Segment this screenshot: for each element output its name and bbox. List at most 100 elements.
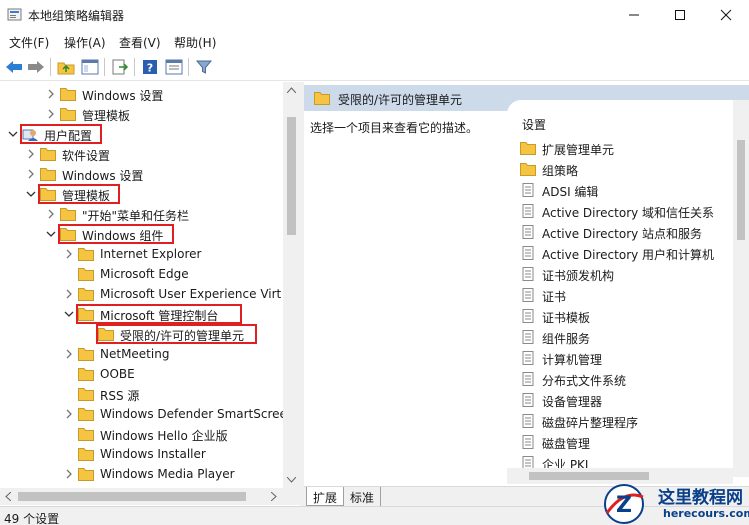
scroll-left-icon[interactable] [5,492,11,501]
up-level-button[interactable] [56,57,76,77]
tree-horizontal-scrollbar[interactable] [0,488,283,505]
chevron-right-icon[interactable] [46,88,56,100]
tree-node[interactable]: 管理模板 [0,104,283,124]
chevron-right-icon[interactable] [26,168,36,180]
export-list-button[interactable] [110,57,130,77]
help-button[interactable]: ? [140,57,160,77]
tree-node[interactable]: Windows 设置 [0,84,283,104]
list-item-label: 证书模板 [542,311,591,325]
tree-node[interactable]: OOBE [0,364,283,384]
settings-list: 设置 扩展管理单元组策略 ADSI 编辑 Active Directory 域和信任… [507,100,733,477]
tab-extended[interactable]: 扩展 [306,487,345,506]
chevron-down-icon[interactable] [8,128,18,140]
tree-hscroll-thumb[interactable] [18,492,246,501]
scroll-right-icon[interactable] [271,492,277,501]
list-item-label: ADSI 编辑 [542,185,599,199]
folder-icon [78,388,94,401]
tab-standard[interactable]: 标准 [344,487,382,506]
tree-node-label: 管理模板 [82,109,131,123]
chevron-down-icon[interactable] [46,228,56,240]
folder-icon [60,88,76,101]
folder-icon [78,288,94,301]
chevron-down-icon[interactable] [64,308,74,320]
tree-node-label: Windows Installer [100,447,206,461]
menu-help[interactable]: 帮助(H) [174,34,216,51]
tree-node[interactable]: Microsoft Edge [0,264,283,284]
settings-hscroll-thumb[interactable] [529,472,649,480]
filter-button[interactable] [194,57,214,77]
tree-node[interactable]: Windows Installer [0,444,283,464]
menu-action[interactable]: 操作(A) [64,34,106,51]
list-item[interactable]: ADSI 编辑 [520,180,733,201]
list-item[interactable]: 组件服务 [520,327,733,348]
tree-node[interactable]: Windows Media Player [0,464,283,484]
minimize-icon [629,14,639,16]
folder-icon [78,468,94,481]
annotation-highlight-box [38,184,120,204]
chevron-right-icon[interactable] [64,408,74,420]
chevron-right-icon[interactable] [26,148,36,160]
list-item[interactable]: 证书颁发机构 [520,264,733,285]
list-item[interactable]: Active Directory 域和信任关系 [520,201,733,222]
scroll-corner [283,488,300,505]
scroll-up-icon[interactable] [287,87,296,93]
tree-node[interactable]: Windows 设置 [0,164,283,184]
tree-node[interactable]: Windows Defender SmartScree [0,404,287,424]
list-item[interactable]: Active Directory 用户和计算机 [520,243,733,264]
list-item[interactable]: 组策略 [520,159,733,180]
minimize-button[interactable] [611,0,657,30]
tree-node[interactable]: 软件设置 [0,144,283,164]
toolbar-separator [104,58,105,76]
chevron-down-icon[interactable] [26,188,36,200]
folder-icon [314,92,330,105]
list-item-label: 计算机管理 [542,353,603,367]
folder-icon [78,448,94,461]
list-item[interactable]: Active Directory 站点和服务 [520,222,733,243]
forward-arrow-icon [28,61,44,73]
list-item[interactable]: 扩展管理单元 [520,138,733,159]
policy-setting-icon [522,414,534,428]
properties-view-button[interactable] [164,57,184,77]
list-item[interactable]: 设备管理器 [520,390,733,411]
chevron-right-icon[interactable] [64,288,74,300]
scroll-down-icon[interactable] [287,477,296,483]
menu-file[interactable]: 文件(F) [9,34,49,51]
settings-vertical-scrollbar[interactable] [733,100,749,477]
show-hide-tree-button[interactable] [80,57,100,77]
tree-node[interactable]: Microsoft User Experience Virt [0,284,283,304]
menu-view[interactable]: 查看(V) [119,34,161,51]
list-item[interactable]: 分布式文件系统 [520,369,733,390]
toolbar-separator [134,58,135,76]
tree-node[interactable]: NetMeeting [0,344,283,364]
list-item[interactable]: 磁盘管理 [520,432,733,453]
list-item-label: 组件服务 [542,332,591,346]
chevron-right-icon[interactable] [46,208,56,220]
tree-node-label: Internet Explorer [100,247,202,261]
tree-node[interactable]: Internet Explorer [0,244,283,264]
list-item-label: 组策略 [542,164,579,178]
tree-node[interactable]: "开始"菜单和任务栏 [0,204,283,224]
back-arrow-icon [6,61,22,73]
chevron-right-icon[interactable] [64,248,74,260]
list-item[interactable]: 计算机管理 [520,348,733,369]
list-item[interactable]: 证书 [520,285,733,306]
list-item-label: Active Directory 域和信任关系 [542,206,715,220]
forward-button[interactable] [26,57,46,77]
chevron-right-icon[interactable] [64,348,74,360]
tree-vscroll-thumb[interactable] [287,117,296,235]
list-item[interactable]: 磁盘碎片整理程序 [520,411,733,432]
settings-column-header[interactable]: 设置 [522,116,546,133]
chevron-right-icon[interactable] [46,108,56,120]
tree-vertical-scrollbar[interactable] [283,82,300,488]
tree-node[interactable]: RSS 源 [0,384,283,404]
policy-setting-icon [522,267,534,281]
close-button[interactable] [703,0,749,30]
maximize-button[interactable] [657,0,703,30]
tree-node[interactable]: Windows Hello 企业版 [0,424,283,444]
back-button[interactable] [4,57,24,77]
tree-node-label: Windows 设置 [62,169,144,183]
chevron-right-icon[interactable] [64,468,74,480]
folder-icon [78,348,94,361]
list-item[interactable]: 证书模板 [520,306,733,327]
settings-vscroll-thumb[interactable] [737,140,745,240]
